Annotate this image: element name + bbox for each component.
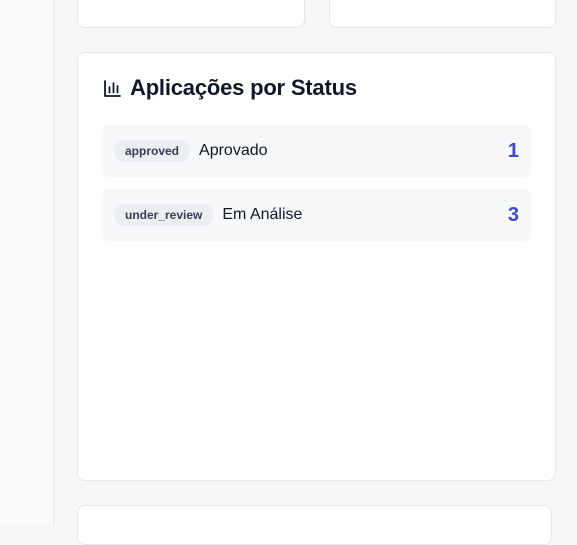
applications-by-status-card: Aplicações por Status approved Aprovado … xyxy=(77,52,556,481)
status-label: Aprovado xyxy=(199,142,268,159)
status-key-badge: under_review xyxy=(114,204,214,226)
card-header: Aplicações por Status xyxy=(103,75,357,101)
next-card xyxy=(77,505,552,545)
summary-card-left xyxy=(77,0,305,28)
status-row-under-review: under_review Em Análise 3 xyxy=(102,189,531,241)
bar-chart-icon xyxy=(103,79,122,98)
status-row-approved: approved Aprovado 1 xyxy=(102,125,531,177)
status-count: 3 xyxy=(507,203,519,226)
status-label: Em Análise xyxy=(222,206,303,223)
card-title: Aplicações por Status xyxy=(130,75,357,100)
status-count: 1 xyxy=(507,139,519,162)
summary-card-right xyxy=(329,0,556,28)
status-key-badge: approved xyxy=(114,140,191,162)
sidebar xyxy=(0,0,54,526)
